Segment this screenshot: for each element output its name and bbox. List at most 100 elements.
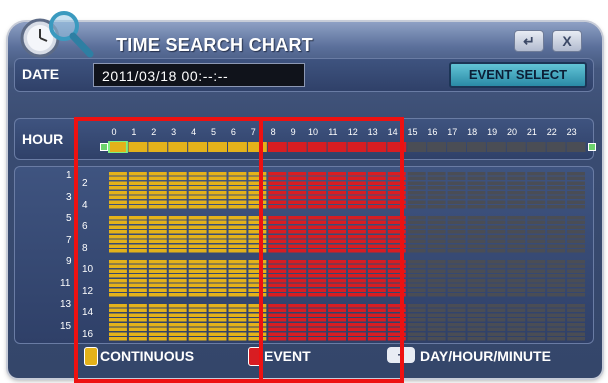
hour-bar-cell-20[interactable]	[506, 142, 526, 152]
channel-9-hour-21-segment[interactable]	[527, 264, 546, 269]
channel-16-hour-19-segment[interactable]	[487, 332, 506, 337]
channel-7-hour-23-segment[interactable]	[567, 239, 585, 244]
channel-16-hour-18-segment[interactable]	[467, 337, 486, 341]
channel-8-hour-18-segment[interactable]	[467, 249, 486, 253]
channel-2-hour-15-segment[interactable]	[407, 181, 426, 186]
hour-bar-cell-16[interactable]	[427, 142, 447, 152]
channel-8-hour-19-segment[interactable]	[487, 244, 506, 249]
channel-9-hour-23-segment[interactable]	[567, 264, 585, 269]
channel-6-hour-21-segment[interactable]	[527, 230, 546, 234]
channel-16-hour-20-segment[interactable]	[507, 332, 526, 337]
channel-2-hour-20-segment[interactable]	[507, 186, 526, 190]
channel-16-hour-21-segment[interactable]	[527, 332, 546, 337]
channel-10-hour-18-segment[interactable]	[467, 269, 486, 274]
channel-9-hour-15-segment[interactable]	[407, 260, 426, 264]
channel-1-hour-16-segment[interactable]	[427, 176, 446, 181]
channel-16-hour-17-segment[interactable]	[447, 332, 466, 337]
channel-3-hour-19-segment[interactable]	[487, 195, 506, 200]
channel-5-hour-21-segment[interactable]	[527, 216, 546, 220]
channel-6-hour-18-segment[interactable]	[467, 230, 486, 234]
channel-6-hour-16-segment[interactable]	[427, 225, 446, 230]
date-field[interactable]: 2011/03/18 00:--:--	[93, 63, 305, 87]
channel-11-hour-17-segment[interactable]	[447, 279, 466, 283]
channel-10-hour-15-segment[interactable]	[407, 274, 426, 278]
channel-15-hour-16-segment[interactable]	[427, 323, 446, 327]
channel-4-hour-22-segment[interactable]	[547, 205, 566, 209]
channel-3-hour-22-segment[interactable]	[547, 191, 566, 195]
channel-2-hour-22-segment[interactable]	[547, 186, 566, 190]
channel-12-hour-19-segment[interactable]	[487, 293, 506, 297]
channel-15-hour-17-segment[interactable]	[447, 327, 466, 332]
channel-10-hour-18-segment[interactable]	[467, 274, 486, 278]
channel-11-hour-15-segment[interactable]	[407, 279, 426, 283]
channel-2-hour-23-segment[interactable]	[567, 186, 585, 190]
channel-13-hour-22-segment[interactable]	[547, 304, 566, 308]
channel-14-hour-22-segment[interactable]	[547, 318, 566, 322]
channel-6-hour-21-segment[interactable]	[527, 225, 546, 230]
channel-9-hour-22-segment[interactable]	[547, 264, 566, 269]
channel-4-hour-21-segment[interactable]	[527, 205, 546, 209]
channel-14-hour-20-segment[interactable]	[507, 318, 526, 322]
channel-6-hour-15-segment[interactable]	[407, 225, 426, 230]
channel-14-hour-16-segment[interactable]	[427, 318, 446, 322]
channel-14-hour-15-segment[interactable]	[407, 318, 426, 322]
close-button[interactable]: X	[552, 30, 582, 52]
channel-2-hour-17-segment[interactable]	[447, 181, 466, 186]
channel-16-hour-15-segment[interactable]	[407, 332, 426, 337]
channel-4-hour-15-segment[interactable]	[407, 205, 426, 209]
channel-6-hour-15-segment[interactable]	[407, 230, 426, 234]
channel-4-hour-21-segment[interactable]	[527, 200, 546, 205]
channel-4-hour-22-segment[interactable]	[547, 200, 566, 205]
channel-1-hour-23-segment[interactable]	[567, 176, 585, 181]
channel-4-hour-23-segment[interactable]	[567, 205, 585, 209]
channel-16-hour-15-segment[interactable]	[407, 337, 426, 341]
channel-10-hour-21-segment[interactable]	[527, 269, 546, 274]
channel-6-hour-20-segment[interactable]	[507, 225, 526, 230]
channel-11-hour-15-segment[interactable]	[407, 283, 426, 288]
channel-1-hour-18-segment[interactable]	[467, 172, 486, 176]
channel-8-hour-16-segment[interactable]	[427, 249, 446, 253]
channel-4-hour-17-segment[interactable]	[447, 205, 466, 209]
channel-14-hour-22-segment[interactable]	[547, 313, 566, 318]
channel-2-hour-16-segment[interactable]	[427, 181, 446, 186]
channel-13-hour-16-segment[interactable]	[427, 308, 446, 313]
channel-16-hour-18-segment[interactable]	[467, 332, 486, 337]
channel-9-hour-22-segment[interactable]	[547, 260, 566, 264]
channel-6-hour-19-segment[interactable]	[487, 230, 506, 234]
channel-8-hour-16-segment[interactable]	[427, 244, 446, 249]
channel-2-hour-16-segment[interactable]	[427, 186, 446, 190]
channel-14-hour-19-segment[interactable]	[487, 318, 506, 322]
channel-2-hour-19-segment[interactable]	[487, 186, 506, 190]
channel-4-hour-17-segment[interactable]	[447, 200, 466, 205]
hour-bar-cell-22[interactable]	[546, 142, 566, 152]
channel-12-hour-17-segment[interactable]	[447, 288, 466, 293]
channel-1-hour-19-segment[interactable]	[487, 176, 506, 181]
channel-12-hour-18-segment[interactable]	[467, 293, 486, 297]
channel-9-hour-20-segment[interactable]	[507, 260, 526, 264]
channel-7-hour-21-segment[interactable]	[527, 235, 546, 239]
channel-8-hour-17-segment[interactable]	[447, 249, 466, 253]
channel-9-hour-17-segment[interactable]	[447, 264, 466, 269]
channel-8-hour-17-segment[interactable]	[447, 244, 466, 249]
channel-3-hour-18-segment[interactable]	[467, 191, 486, 195]
channel-11-hour-16-segment[interactable]	[427, 279, 446, 283]
channel-5-hour-16-segment[interactable]	[427, 216, 446, 220]
channel-1-hour-17-segment[interactable]	[447, 172, 466, 176]
channel-4-hour-20-segment[interactable]	[507, 200, 526, 205]
channel-15-hour-23-segment[interactable]	[567, 327, 585, 332]
channel-11-hour-21-segment[interactable]	[527, 283, 546, 288]
channel-7-hour-19-segment[interactable]	[487, 235, 506, 239]
channel-13-hour-20-segment[interactable]	[507, 308, 526, 313]
channel-2-hour-20-segment[interactable]	[507, 181, 526, 186]
channel-9-hour-23-segment[interactable]	[567, 260, 585, 264]
channel-1-hour-22-segment[interactable]	[547, 172, 566, 176]
channel-11-hour-20-segment[interactable]	[507, 283, 526, 288]
channel-10-hour-20-segment[interactable]	[507, 269, 526, 274]
channel-15-hour-20-segment[interactable]	[507, 327, 526, 332]
channel-13-hour-16-segment[interactable]	[427, 304, 446, 308]
channel-8-hour-20-segment[interactable]	[507, 244, 526, 249]
channel-14-hour-17-segment[interactable]	[447, 313, 466, 318]
channel-7-hour-22-segment[interactable]	[547, 239, 566, 244]
channel-8-hour-21-segment[interactable]	[527, 249, 546, 253]
hour-bar-cell-23[interactable]	[566, 142, 586, 152]
